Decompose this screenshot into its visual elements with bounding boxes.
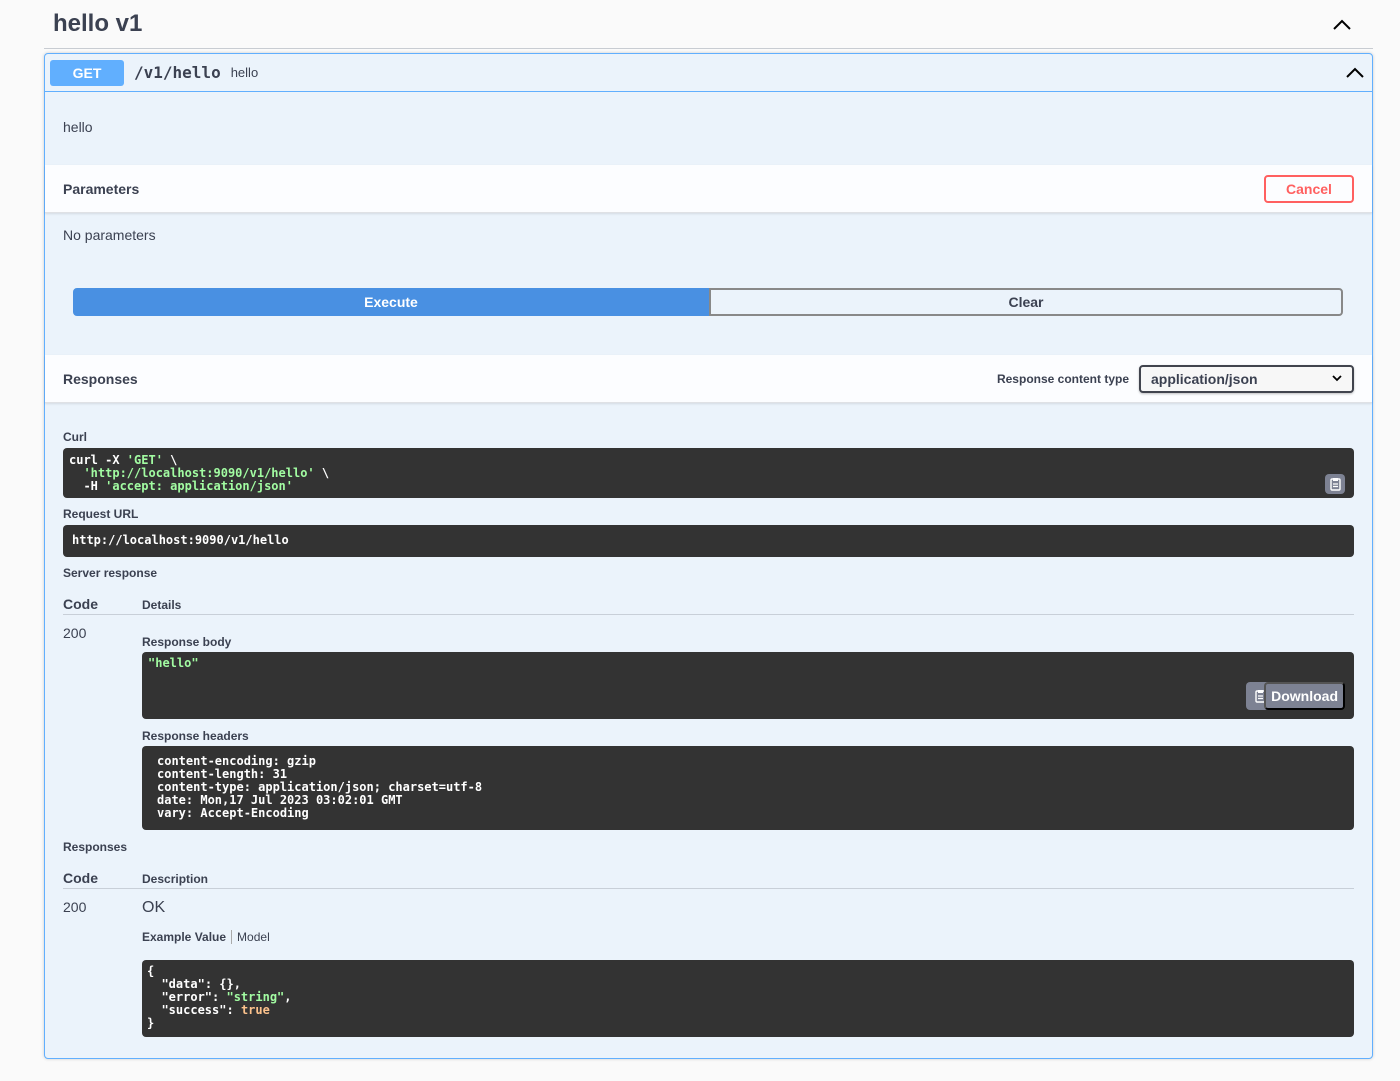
tag-title: hello v1 [53,10,143,37]
operation-path: /v1/hello [134,63,221,82]
example-tabs: Example Value Model [142,930,1354,960]
json-key: "data" [161,977,205,991]
curl-line-continuation: \ [162,453,178,467]
copy-icon[interactable] [1325,474,1345,494]
code-column-header: Code [63,870,98,886]
header-line: date: Mon,17 Jul 2023 03:02:01 GMT [157,793,403,807]
content-type-select[interactable]: application/json [1139,364,1354,393]
operation-summary[interactable]: GET /v1/hello hello [45,54,1372,92]
curl-method: 'GET' [126,453,163,467]
method-badge: GET [50,59,124,86]
documented-responses-title: Responses [63,840,128,854]
request-url-box: http://localhost:9090/v1/hello [63,525,1354,557]
response-details: Response body "hello" Download Response … [142,625,1354,830]
response-code: 200 [63,899,87,915]
download-button[interactable]: Download [1264,682,1345,710]
json-value: true [240,1003,270,1017]
chevron-up-icon[interactable] [1340,58,1370,88]
details-column-header: Details [142,598,182,612]
json-value: {} [219,977,234,991]
curl-url: 'http://localhost:9090/v1/hello' [83,466,315,480]
operation-summary-text: hello [230,65,259,80]
content-type-value: application/json [1151,370,1258,387]
curl-label: Curl [63,430,87,444]
chevron-down-icon [1332,375,1342,382]
parameters-header: Parameters Cancel [45,165,1372,213]
chevron-up-icon[interactable] [1327,9,1357,39]
json-close-brace: } [147,1016,155,1030]
clear-button[interactable]: Clear [709,288,1343,316]
server-response-table-head: Code Details [63,596,1354,615]
status-code: 200 [63,625,87,641]
json-key: "success" [161,1003,227,1017]
response-headers-label: Response headers [142,729,249,743]
curl-command: curl -X [69,453,127,467]
response-headers-block: content-encoding: gzip content-length: 31… [142,746,1354,830]
documented-table-head: Code Description [63,870,1354,889]
response-description: OK [142,899,166,916]
example-value-block: { "data": {}, "error": "string", "succes… [142,960,1354,1037]
json-value: "string" [226,990,285,1004]
response-body-block: "hello" Download [142,652,1354,719]
request-url-label: Request URL [63,507,139,521]
operation-description: hello [63,119,93,135]
json-open-brace: { [147,964,155,978]
parameters-title: Parameters [63,180,140,197]
header-line: vary: Accept-Encoding [157,806,309,820]
curl-header-flag: -H [69,479,106,493]
response-description-cell: OK Example Value Model { "data": {}, "er… [142,899,1354,1037]
code-column-header: Code [63,596,98,612]
server-response-label: Server response [63,566,158,580]
header-line: content-encoding: gzip [157,754,316,768]
server-response-row: 200 Response body "hello" Download Respo… [63,625,1354,830]
responses-header: Responses Response content type applicat… [45,355,1372,403]
response-body: "hello" [148,656,199,670]
operation-block: GET /v1/hello hello hello Parameters Can… [44,53,1373,1059]
live-responses: Curl curl -X 'GET' \ 'http://localhost:9… [45,403,1372,1037]
tab-model[interactable]: Model [232,930,270,944]
request-url: http://localhost:9090/v1/hello [72,533,289,547]
curl-code-block: curl -X 'GET' \ 'http://localhost:9090/v… [63,448,1354,498]
curl-header: 'accept: application/json' [105,479,293,493]
cancel-button[interactable]: Cancel [1264,174,1354,203]
json-key: "error" [161,990,213,1004]
execute-button[interactable]: Execute [73,288,709,316]
responses-title: Responses [63,370,138,387]
execute-wrapper: Execute Clear [45,273,1372,355]
documented-response-row: 200 OK Example Value Model { "data": {},… [63,899,1354,1037]
curl-line-continuation: \ [314,466,330,480]
content-type-label: Response content type [996,371,1129,386]
no-parameters-text: No parameters [63,227,156,243]
response-body-label: Response body [142,635,232,649]
description-column-header: Description [142,872,209,886]
tag-header[interactable]: hello v1 [44,0,1373,49]
tab-example-value[interactable]: Example Value [142,930,233,944]
